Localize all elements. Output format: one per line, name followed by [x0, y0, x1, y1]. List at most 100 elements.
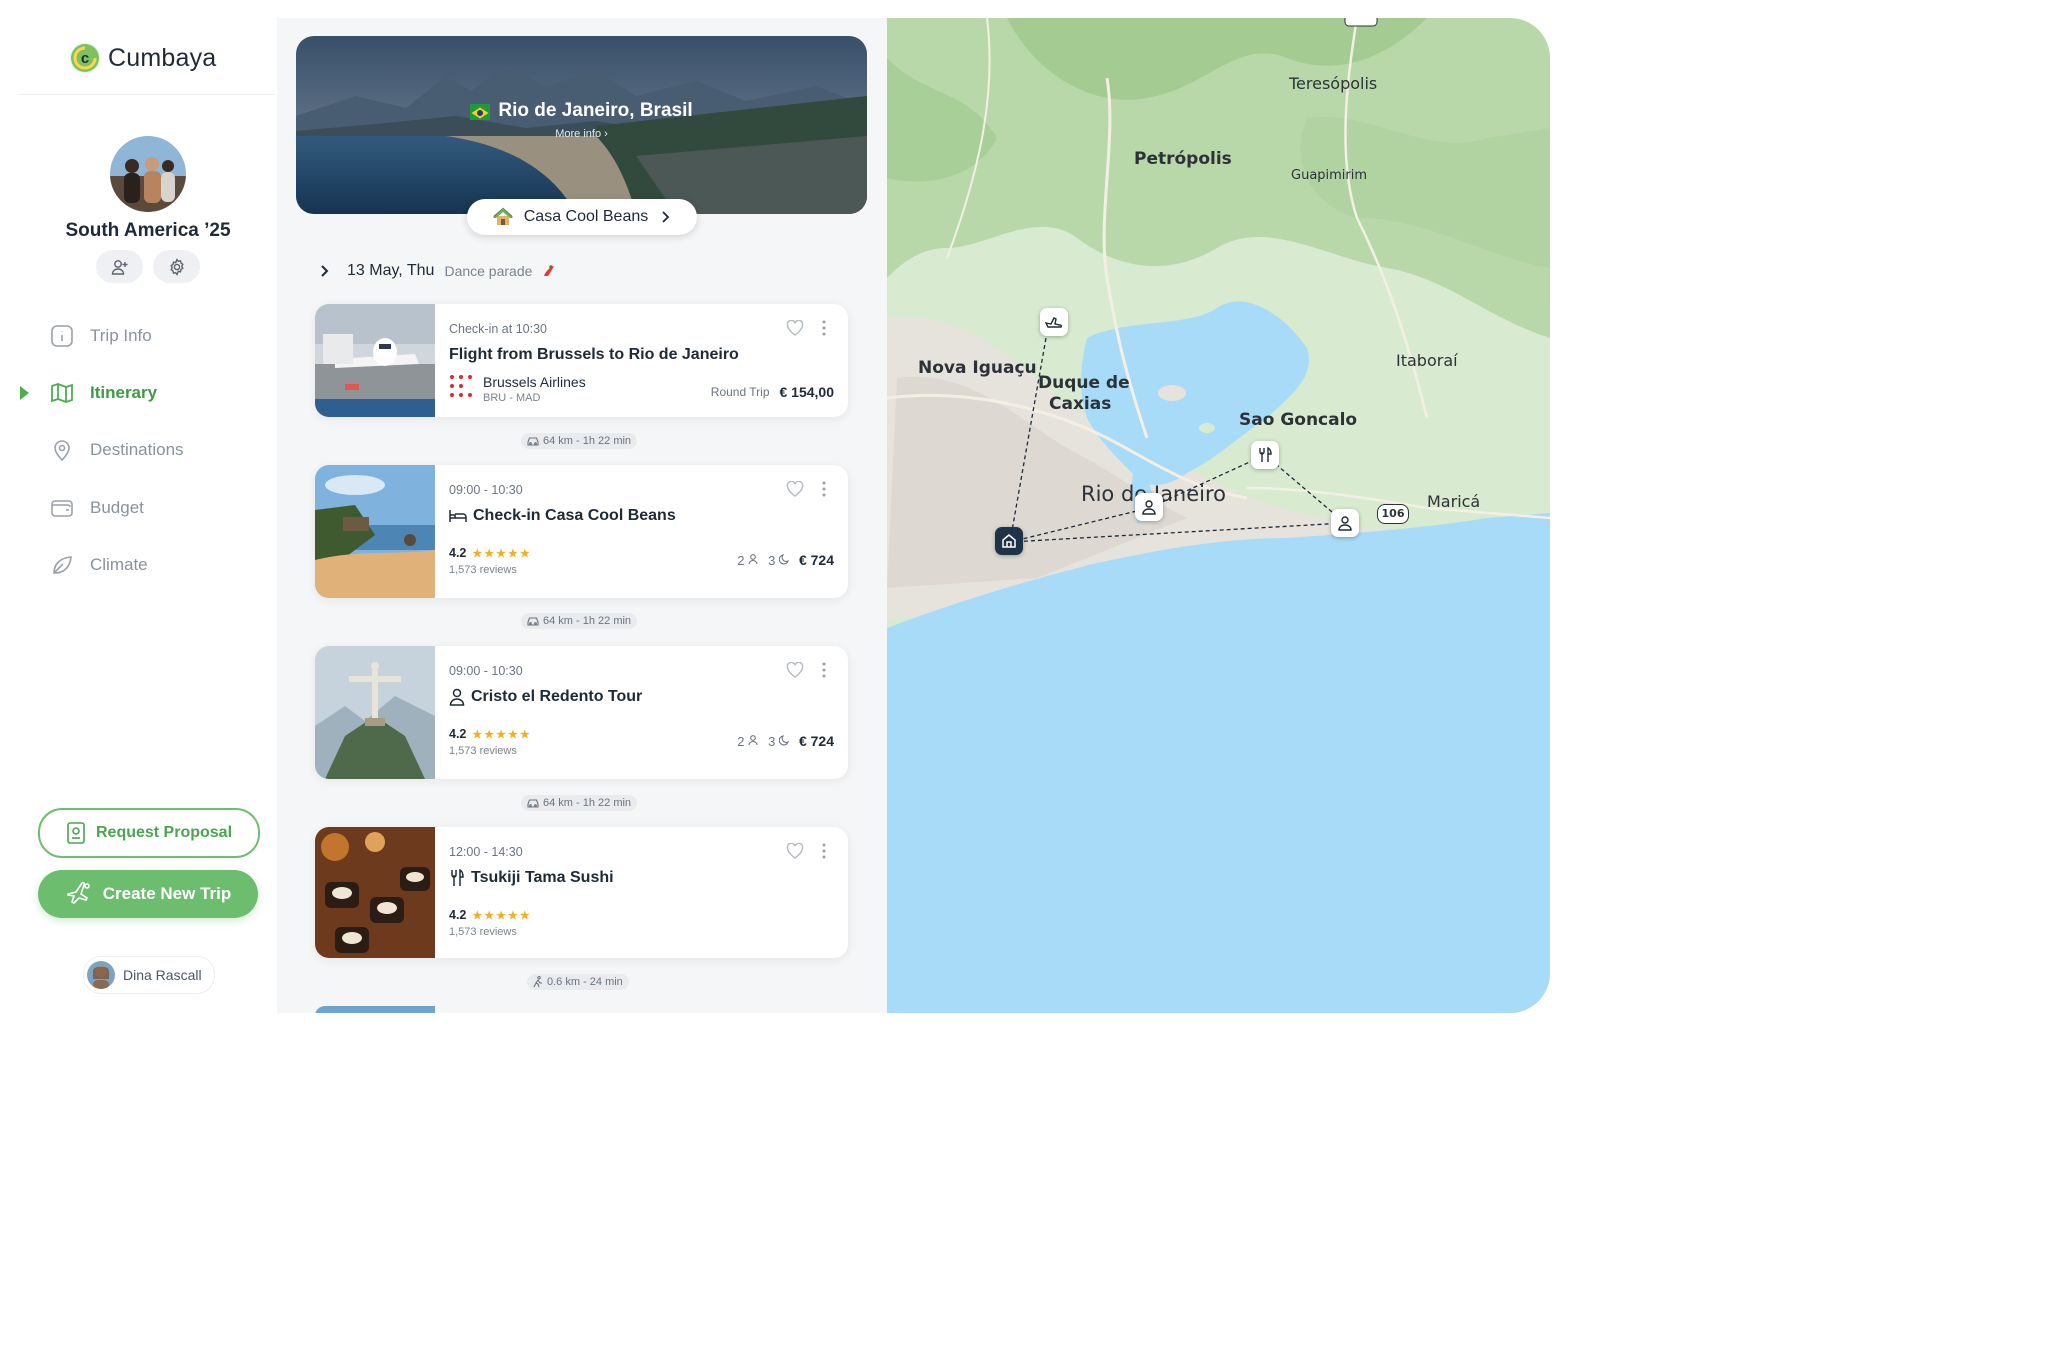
guest-count: 2 [737, 553, 758, 568]
more-info-link[interactable]: More info › [296, 128, 867, 140]
house-icon [492, 207, 513, 225]
trip-avatar[interactable] [110, 136, 186, 212]
map-label-duque-de: Duque de [1038, 373, 1130, 393]
tour-guide-icon [1338, 516, 1352, 531]
leaf-icon [53, 556, 72, 574]
guest-count-value: 2 [737, 733, 745, 749]
transfer-text: 64 km - 1h 22 min [543, 435, 632, 447]
star-rating-icon: ★★★★★ [472, 728, 532, 741]
map-marker-hotel[interactable] [995, 527, 1023, 555]
day-date: 13 May, Thu [347, 262, 435, 279]
rating: 4.2 ★★★★★ [449, 546, 532, 560]
sidebar-item-destinations[interactable]: Destinations [18, 430, 276, 470]
destination-name: Rio de Janeiro, Brasil [498, 100, 693, 121]
fork-knife-icon [451, 869, 464, 886]
map-marker-tour[interactable] [1135, 493, 1163, 521]
create-new-trip-button[interactable]: Create New Trip [38, 870, 258, 918]
card-time: 09:00 - 10:30 [449, 483, 523, 497]
itinerary-card-tour[interactable]: 09:00 - 10:30 Cristo el Redento Tour 4.2… [315, 646, 848, 779]
star-rating-icon: ★★★★★ [472, 909, 532, 922]
document-icon [67, 822, 85, 844]
gear-icon [169, 257, 184, 276]
hotel-chip[interactable]: Casa Cool Beans [467, 199, 697, 235]
tour-meta: 2 3 € 724 [737, 733, 834, 749]
moon-icon [778, 734, 789, 745]
heart-icon[interactable] [786, 481, 804, 497]
divider [18, 94, 276, 95]
stay-meta: 2 3 € 724 [737, 552, 834, 568]
brussels-airlines-logo-icon [449, 374, 473, 398]
add-user-icon [111, 259, 127, 275]
tour-thumbnail [315, 646, 435, 779]
map-marker-restaurant[interactable] [1251, 441, 1279, 469]
card-title: Cristo el Redento Tour [449, 688, 642, 706]
trip-settings-button[interactable] [153, 250, 200, 283]
brand[interactable]: c Cumbaya [70, 40, 216, 76]
more-vertical-icon[interactable] [822, 481, 826, 497]
map-label-guapimirim: Guapimirim [1291, 168, 1368, 183]
transfer-badge: 64 km - 1h 22 min [521, 795, 638, 811]
destination-title: Rio de Janeiro, Brasil [296, 100, 867, 122]
flight-price-info: Round Trip € 154,00 [711, 384, 834, 400]
request-proposal-button[interactable]: Request Proposal [38, 808, 260, 858]
heart-icon[interactable] [786, 320, 804, 336]
add-traveler-button[interactable] [96, 250, 143, 283]
sidebar-item-itinerary[interactable]: Itinerary [18, 373, 276, 413]
sidebar-item-trip-info[interactable]: Trip Info [18, 316, 276, 356]
home-icon [1002, 534, 1016, 548]
night-count-value: 3 [768, 552, 776, 568]
night-count: 3 [768, 553, 789, 568]
itinerary-card-flight[interactable]: Check-in at 10:30 Flight from Brussels t… [315, 304, 848, 417]
more-vertical-icon[interactable] [822, 320, 826, 336]
trip-title: South America ’25 [65, 220, 231, 241]
person-icon [748, 734, 758, 745]
day-header[interactable]: 13 May, Thu Dance parade [319, 262, 556, 280]
more-vertical-icon[interactable] [822, 662, 826, 678]
person-icon [748, 553, 758, 564]
night-count-value: 3 [768, 733, 776, 749]
user-name: Dina Rascall [123, 967, 202, 983]
active-indicator [20, 386, 29, 400]
tour-guide-icon [449, 688, 465, 706]
car-icon [527, 437, 539, 446]
more-vertical-icon[interactable] [822, 843, 826, 859]
airline-info: Brussels Airlines BRU - MAD [449, 374, 586, 404]
card-time: 09:00 - 10:30 [449, 664, 523, 678]
review-count: 1,573 reviews [449, 745, 517, 757]
itinerary-card-hotel[interactable]: 09:00 - 10:30 Check-in Casa Cool Beans 4… [315, 465, 848, 598]
card-title-text: Check-in Casa Cool Beans [473, 507, 676, 524]
map-label-sao-goncalo: Sao Goncalo [1239, 410, 1358, 430]
destination-hero[interactable]: Rio de Janeiro, Brasil More info › [296, 36, 867, 214]
transfer-badge: 0.6 km - 24 min [527, 974, 629, 990]
avatar [87, 961, 115, 989]
itinerary-card-restaurant[interactable]: 12:00 - 14:30 Tsukiji Tama Sushi 4.2 ★★★… [315, 827, 848, 958]
user-profile[interactable]: Dina Rascall [83, 956, 215, 994]
transfer-badge: 64 km - 1h 22 min [521, 613, 638, 629]
map-marker-activity[interactable] [1331, 509, 1359, 537]
itinerary-panel: Rio de Janeiro, Brasil More info › Casa … [277, 18, 887, 1013]
info-icon [51, 325, 73, 347]
map-marker-airport[interactable] [1040, 308, 1068, 336]
review-count: 1,573 reviews [449, 564, 517, 576]
sidebar-item-label: Budget [90, 498, 144, 517]
rating: 4.2 ★★★★★ [449, 727, 532, 741]
rating-value: 4.2 [449, 908, 467, 922]
sidebar-item-label: Destinations [90, 440, 184, 459]
transfer-text: 64 km - 1h 22 min [543, 615, 632, 627]
heart-icon[interactable] [786, 843, 804, 859]
tour-price: € 724 [798, 733, 834, 749]
map-label-nova-iguacu: Nova Iguaçu [918, 358, 1037, 378]
review-count: 1,573 reviews [449, 926, 517, 938]
sidebar-item-budget[interactable]: Budget [18, 488, 276, 528]
heart-icon[interactable] [786, 662, 804, 678]
map-label-teresopolis: Teresópolis [1289, 74, 1378, 93]
chevron-right-icon [321, 265, 329, 277]
day-note: Dance parade [444, 263, 533, 279]
brazil-flag-icon [470, 104, 491, 120]
trip-actions [96, 250, 200, 283]
map-view[interactable]: Teresópolis Petrópolis Guapimirim Nova I… [887, 18, 1550, 1013]
plane-landing-icon [1045, 317, 1063, 328]
sidebar-item-climate[interactable]: Climate [18, 545, 276, 585]
airline-route: BRU - MAD [483, 392, 541, 404]
transfer-text: 64 km - 1h 22 min [543, 797, 632, 809]
